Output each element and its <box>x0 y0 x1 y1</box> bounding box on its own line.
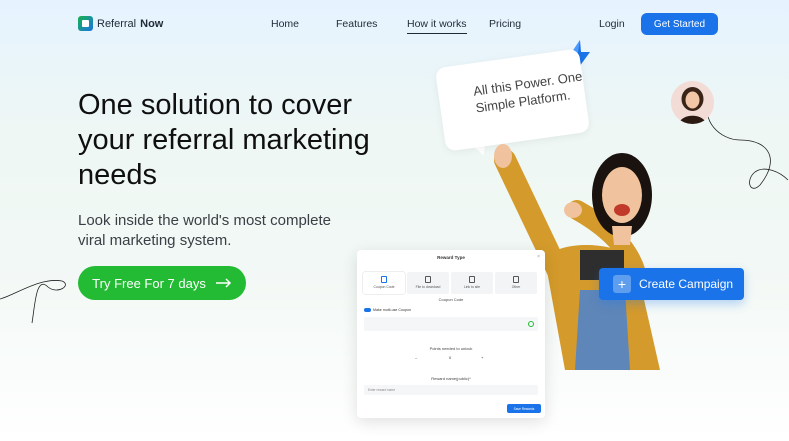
hero-title: One solution to cover your referral mark… <box>78 89 370 191</box>
points-value: 0 <box>449 355 452 360</box>
login-link[interactable]: Login <box>599 18 625 30</box>
brand-name-light: Referral <box>97 17 137 30</box>
save-rewards-button[interactable]: Save Rewards <box>507 404 541 413</box>
tab-file-to-download[interactable]: File to download <box>407 272 449 294</box>
multi-use-toggle-label: Make multi-use Coupon <box>373 308 411 312</box>
tab-coupon-code[interactable]: Coupon Code <box>363 272 405 294</box>
increment-button[interactable]: + <box>481 355 483 360</box>
reward-name-input[interactable]: Enter reward name <box>364 385 538 395</box>
nav-link-home[interactable]: Home <box>271 18 299 30</box>
avatar <box>671 81 714 124</box>
tab-other[interactable]: Other <box>495 272 537 294</box>
top-navigation: Referral Now Home Features How it works P… <box>0 0 789 48</box>
tab-coupon-code-label: Coupon Code <box>373 285 395 289</box>
tab-other-label: Other <box>511 285 521 289</box>
file-icon <box>425 276 431 283</box>
create-campaign-button[interactable]: + Create Campaign <box>599 268 744 300</box>
try-free-label: Try Free For 7 days <box>92 275 206 291</box>
hero-subtitle: Look inside the world's most complete vi… <box>78 212 331 249</box>
coupon-code-input[interactable] <box>364 317 538 331</box>
decorative-curve-right <box>707 99 789 189</box>
get-started-button[interactable]: Get Started <box>641 13 718 35</box>
plus-icon: + <box>613 275 631 293</box>
tab-link-label: Link to site <box>463 285 481 289</box>
reward-type-modal: Reward Type × Coupon Code File to downlo… <box>357 250 545 418</box>
other-icon <box>513 276 519 283</box>
logo-icon <box>78 16 93 31</box>
nav-link-pricing[interactable]: Pricing <box>489 18 521 30</box>
reward-name-label: Reward name(public)* <box>431 376 471 381</box>
multi-use-toggle[interactable] <box>364 308 371 312</box>
points-stepper[interactable]: – 0 + <box>415 354 487 363</box>
decorative-curve-left <box>0 280 66 324</box>
modal-title: Reward Type <box>437 255 465 260</box>
try-free-button[interactable]: Try Free For 7 days <box>78 266 246 300</box>
nav-link-how-it-works[interactable]: How it works <box>407 18 467 34</box>
tab-link-to-site[interactable]: Link to site <box>451 272 493 294</box>
coupon-code-section-label: Coupon Code <box>438 297 464 302</box>
brand-name-bold: Now <box>140 17 164 30</box>
points-label: Points needed to unlock <box>429 346 473 351</box>
nav-link-features[interactable]: Features <box>336 18 377 30</box>
brand-logo[interactable]: Referral Now <box>78 16 163 31</box>
link-icon <box>469 276 475 283</box>
tab-file-label: File to download <box>415 285 441 289</box>
refresh-icon[interactable] <box>528 321 534 327</box>
create-campaign-label: Create Campaign <box>639 277 734 291</box>
code-icon <box>381 276 387 283</box>
arrow-right-icon <box>215 278 231 288</box>
decrement-button[interactable]: – <box>415 355 417 360</box>
close-icon[interactable]: × <box>537 254 540 260</box>
